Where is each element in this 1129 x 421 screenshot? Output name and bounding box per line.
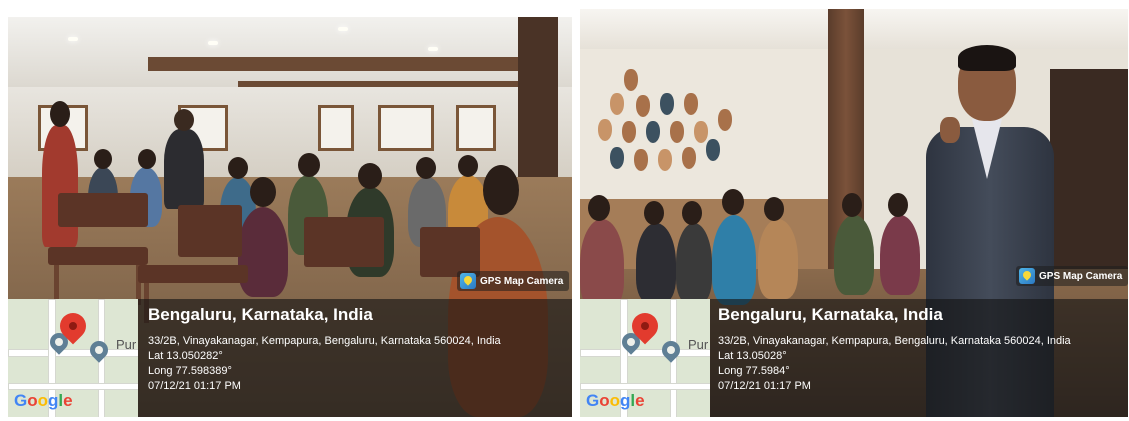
window: [456, 105, 496, 151]
location-datetime: 07/12/21 01:17 PM: [148, 380, 241, 392]
audience-member: [758, 219, 798, 299]
window: [318, 105, 354, 151]
audience-member: [676, 223, 712, 303]
photo-speaker-presentation: GPS Map Camera Pur Google Bengaluru, Kar…: [580, 9, 1128, 417]
chair-back: [178, 205, 242, 257]
audience-head: [228, 157, 248, 179]
wall-art-vase: [622, 121, 636, 143]
wall-art-vase: [718, 109, 732, 131]
speaker-hand-microphone: [940, 117, 960, 143]
ceiling-beam: [148, 57, 528, 71]
audience-head: [483, 165, 519, 215]
google-logo: Google: [14, 391, 73, 410]
ceiling: [8, 17, 572, 87]
wall-art-vase: [646, 121, 660, 143]
audience-member: [880, 215, 920, 295]
audience-head: [722, 189, 744, 215]
audience-head: [588, 195, 610, 221]
location-city: Bengaluru, Karnataka, India: [718, 305, 943, 324]
map-place-label: Pur: [116, 337, 137, 352]
audience-head: [250, 177, 276, 207]
wall-art-vase: [682, 147, 696, 169]
chair-seat: [48, 247, 148, 265]
audience-head: [458, 155, 478, 177]
man-head: [174, 109, 194, 131]
location-info-panel: Pur Google Bengaluru, Karnataka, India 3…: [580, 299, 1128, 417]
wall-art-vase: [634, 149, 648, 171]
ceiling-light: [428, 47, 438, 51]
audience-member: [580, 219, 624, 309]
location-latitude: Lat 13.050282°: [148, 350, 223, 362]
chair-seat: [138, 265, 248, 283]
location-address: 33/2B, Vinayakanagar, Kempapura, Bengalu…: [718, 335, 1071, 347]
speaker-hair: [958, 45, 1016, 71]
google-logo: Google: [586, 391, 645, 410]
location-minimap: Pur Google: [8, 299, 138, 417]
location-datetime: 07/12/21 01:17 PM: [718, 380, 811, 392]
chair-back: [58, 193, 148, 227]
map-place-label: Pur: [688, 337, 709, 352]
map-road: [8, 383, 138, 390]
wall-art-vase: [660, 93, 674, 115]
location-minimap: Pur Google: [580, 299, 710, 417]
chair-back: [420, 227, 480, 277]
dark-doorway: [1050, 69, 1128, 289]
wall-art-vase: [610, 147, 624, 169]
map-road: [580, 383, 710, 390]
ceiling-light: [68, 37, 78, 41]
standing-man: [164, 129, 204, 209]
audience-member: [636, 223, 676, 303]
location-latitude: Lat 13.05028°: [718, 350, 787, 362]
audience-member: [238, 207, 288, 297]
gps-map-camera-tag: GPS Map Camera: [457, 271, 570, 291]
audience-head: [644, 201, 664, 225]
location-info-panel: Pur Google Bengaluru, Karnataka, India 3…: [8, 299, 572, 417]
wall-art-vase: [670, 121, 684, 143]
audience-head: [298, 153, 320, 177]
window: [378, 105, 434, 151]
wall-art-vase: [684, 93, 698, 115]
chair-back: [304, 217, 384, 267]
location-details: Bengaluru, Karnataka, India 33/2B, Vinay…: [148, 305, 501, 395]
photo-classroom-audience: GPS Map Camera Pur Google Bengaluru, Kar…: [8, 17, 572, 417]
ceiling-light: [208, 41, 218, 45]
location-longitude: Long 77.598389°: [148, 365, 232, 377]
wall-art-vase: [694, 121, 708, 143]
audience-head: [416, 157, 436, 179]
audience-member: [834, 215, 874, 295]
standing-teacher: [42, 125, 78, 247]
audience-head: [682, 201, 702, 225]
location-address: 33/2B, Vinayakanagar, Kempapura, Bengalu…: [148, 335, 501, 347]
audience-head: [138, 149, 156, 169]
audience-member: [712, 215, 756, 305]
audience-head: [888, 193, 908, 217]
gps-map-camera-icon: [460, 273, 476, 289]
gps-map-camera-icon: [1019, 268, 1035, 284]
gps-map-camera-tag: GPS Map Camera: [1016, 266, 1128, 286]
wall-art-vase: [706, 139, 720, 161]
audience-head: [764, 197, 784, 221]
gps-tag-label: GPS Map Camera: [480, 275, 564, 287]
audience-head: [358, 163, 382, 189]
wall-art-vase: [658, 149, 672, 171]
wall-art-vase: [636, 95, 650, 117]
teacher-head: [50, 101, 70, 127]
wall-art-vase: [624, 69, 638, 91]
audience-head: [842, 193, 862, 217]
location-city: Bengaluru, Karnataka, India: [148, 305, 373, 324]
wall-art-vase: [598, 119, 612, 141]
ceiling-light: [338, 27, 348, 31]
wall-art-vase: [610, 93, 624, 115]
gps-tag-label: GPS Map Camera: [1039, 270, 1123, 282]
location-details: Bengaluru, Karnataka, India 33/2B, Vinay…: [718, 305, 1071, 395]
audience-head: [94, 149, 112, 169]
location-longitude: Long 77.5984°: [718, 365, 790, 377]
